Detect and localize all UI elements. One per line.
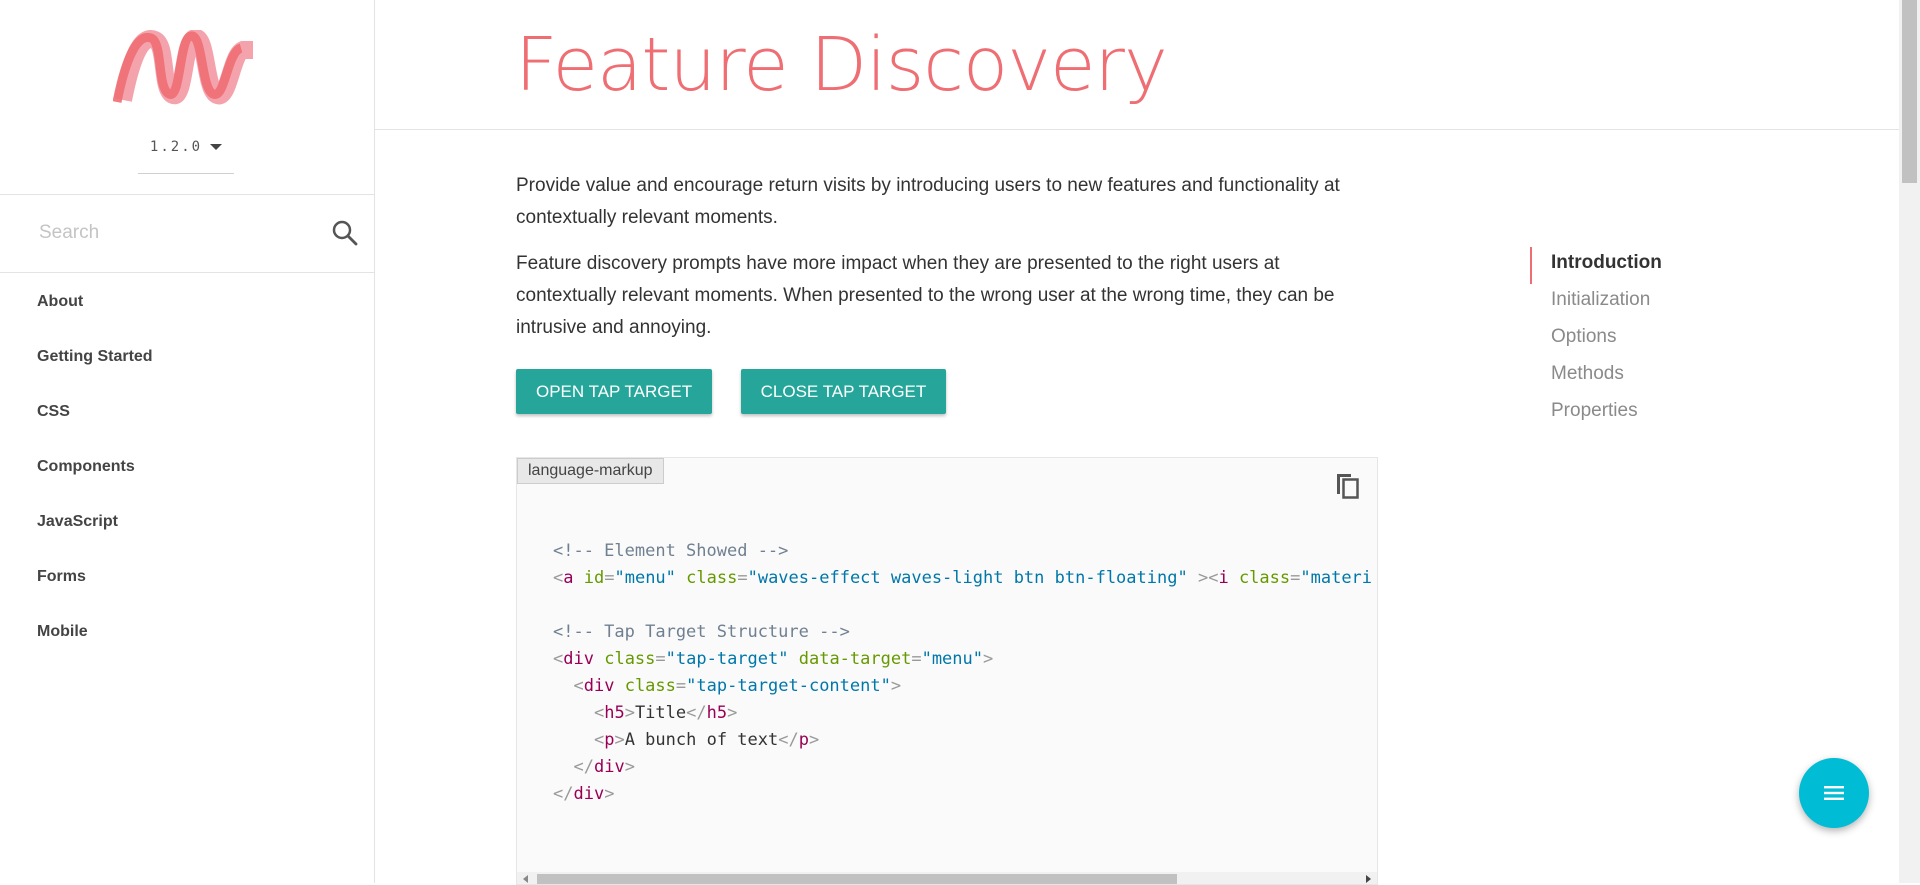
close-tap-target-button[interactable]: CLOSE TAP TARGET	[740, 369, 947, 414]
open-tap-target-button[interactable]: OPEN TAP TARGET	[516, 369, 713, 414]
page-vertical-scrollbar[interactable]	[1899, 0, 1920, 883]
code-attr: class	[686, 568, 738, 588]
intro-section: Provide value and encourage return visit…	[516, 170, 1376, 358]
scroll-left-arrow-icon[interactable]	[523, 875, 528, 883]
sidebar: 1.2.0 About Getting Started CSS Componen…	[0, 0, 375, 883]
code-language-label: language-markup	[517, 458, 664, 484]
code-attr: class	[604, 649, 656, 669]
sidebar-item-css[interactable]: CSS	[0, 384, 374, 439]
search-input[interactable]	[37, 212, 321, 254]
toc-item-properties[interactable]: Properties	[1530, 395, 1750, 432]
code-tag: a	[563, 568, 574, 588]
code-comment: <!-- Tap Target Structure -->	[553, 622, 850, 642]
code-tag: h5	[604, 703, 625, 723]
sidebar-item-components[interactable]: Components	[0, 439, 374, 494]
code-horizontal-scrollbar[interactable]	[517, 872, 1377, 884]
code-block: language-markup <!-- Element Showed --> …	[516, 457, 1378, 885]
code-comment: <!-- Element Showed -->	[553, 541, 789, 561]
code-string: "tap-target-content"	[686, 676, 891, 696]
code-attr: data-target	[798, 649, 912, 669]
scrollbar-thumb[interactable]	[1902, 0, 1917, 183]
code-attr: class	[624, 676, 676, 696]
page-title: Feature Discovery	[515, 22, 1168, 108]
version-dropdown[interactable]: 1.2.0	[138, 127, 234, 174]
sidebar-item-about[interactable]: About	[0, 274, 374, 329]
caret-down-icon	[210, 144, 223, 150]
sidebar-item-mobile[interactable]: Mobile	[0, 604, 374, 659]
code-attr: class	[1238, 568, 1291, 588]
copy-icon[interactable]	[1331, 470, 1363, 502]
toc-item-methods[interactable]: Methods	[1530, 358, 1750, 395]
code-tag: div	[593, 757, 625, 777]
code-tag: p	[604, 730, 615, 750]
materialize-logo-icon[interactable]	[113, 30, 255, 108]
code-string: "menu"	[614, 568, 676, 588]
code-string: "tap-target"	[665, 649, 789, 669]
code-tag: div	[563, 649, 594, 669]
code-tag: h5	[706, 703, 728, 723]
code-attr: id	[583, 568, 605, 588]
code-content: <!-- Element Showed --> <a id="menu" cla…	[553, 541, 1373, 804]
toc-item-introduction[interactable]: Introduction	[1530, 247, 1750, 284]
code-tag: div	[583, 676, 615, 696]
scroll-right-arrow-icon[interactable]	[1366, 875, 1371, 883]
code-tag: i	[1218, 568, 1229, 588]
code-string: "waves-effect waves-light btn btn-floati…	[747, 568, 1188, 588]
logo-area: 1.2.0	[0, 0, 374, 195]
sidebar-item-javascript[interactable]: JavaScript	[0, 494, 374, 549]
menu-icon	[1824, 786, 1844, 800]
floating-menu-button[interactable]	[1799, 758, 1869, 828]
code-string: "materi	[1300, 568, 1373, 588]
sidebar-item-getting-started[interactable]: Getting Started	[0, 329, 374, 384]
version-label: 1.2.0	[149, 139, 203, 155]
code-text: A bunch of text	[624, 730, 779, 750]
intro-paragraph: Provide value and encourage return visit…	[516, 175, 1340, 228]
toc-item-initialization[interactable]: Initialization	[1530, 284, 1750, 321]
code-text: Title	[634, 703, 687, 723]
sidebar-item-forms[interactable]: Forms	[0, 549, 374, 604]
button-row: OPEN TAP TARGET CLOSE TAP TARGET	[516, 369, 970, 414]
page-header: Feature Discovery	[375, 0, 1899, 130]
search-icon[interactable]	[332, 220, 358, 246]
code-string: "menu"	[921, 649, 983, 669]
sidebar-nav: About Getting Started CSS Components Jav…	[0, 274, 374, 659]
code-tag: div	[573, 784, 605, 804]
toc-item-options[interactable]: Options	[1530, 321, 1750, 358]
table-of-contents: Introduction Initialization Options Meth…	[1530, 247, 1750, 432]
intro-paragraph: Feature discovery prompts have more impa…	[516, 253, 1335, 338]
code-tag: p	[798, 730, 809, 750]
search-area	[0, 194, 374, 273]
